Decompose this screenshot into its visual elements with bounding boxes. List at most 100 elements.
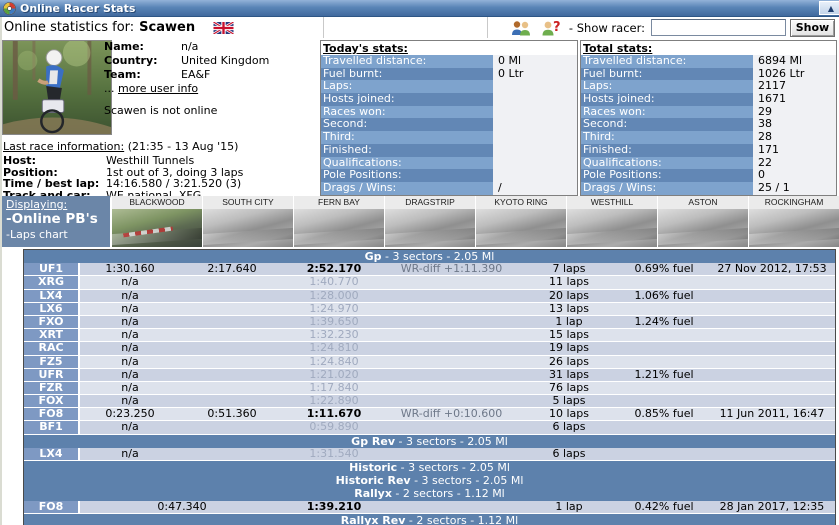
car-cell[interactable]: RAC: [24, 342, 80, 356]
split1-cell: n/a: [80, 329, 180, 343]
racer-name: Scawen: [139, 20, 196, 35]
stat-row: Pole Positions: 0: [581, 168, 836, 182]
date-cell: [709, 329, 835, 343]
stat-label: Hosts joined:: [581, 93, 753, 106]
car-cell[interactable]: FO8: [24, 408, 80, 422]
last-race-row-value: Westhill Tunnels: [106, 154, 195, 167]
track-label: WESTHILL: [567, 196, 657, 209]
stat-label: Qualifications:: [581, 156, 753, 170]
car-cell[interactable]: FOX: [24, 395, 80, 409]
laps-cell: 31 laps: [519, 369, 619, 382]
section-name: Gp Rev: [351, 434, 396, 448]
section-info: - 3 sectors - 2.05 Ml: [397, 461, 510, 474]
laps-cell: 1 lap: [519, 316, 619, 330]
track-label: DRAGSTRIP: [385, 196, 475, 209]
split1-cell: n/a: [80, 303, 180, 316]
car-cell[interactable]: XRT: [24, 329, 80, 343]
track-label: SOUTH CITY: [203, 196, 293, 209]
car-cell[interactable]: LX6: [24, 302, 80, 316]
car-cell[interactable]: LX4: [24, 289, 80, 303]
track-thumb-kyoto-ring[interactable]: KYOTO RING: [476, 196, 566, 247]
date-cell: [709, 316, 835, 330]
stat-row: Fuel burnt: 1026 Ltr: [581, 67, 836, 81]
last-race-link[interactable]: Last race information:: [3, 140, 124, 153]
track-thumb-blackwood[interactable]: BLACKWOOD: [112, 196, 202, 247]
more-user-info-link[interactable]: more user info: [118, 82, 198, 95]
section-header: Gp - 3 sectors - 2.05 Ml: [24, 250, 835, 264]
car-cell[interactable]: FXO: [24, 315, 80, 330]
stat-label: Finished:: [581, 143, 753, 157]
split1-cell: n/a: [80, 421, 180, 435]
track-image: [476, 209, 566, 247]
laps-cell: 1 lap: [519, 501, 619, 514]
laptime-cell: 1:24.810: [284, 342, 384, 356]
track-thumb-dragstrip[interactable]: DRAGSTRIP: [385, 196, 475, 247]
car-cell[interactable]: LX4: [24, 447, 80, 461]
track-image: [385, 209, 475, 247]
stat-label: Pole Positions:: [581, 169, 753, 182]
stat-row: Qualifications:: [321, 156, 577, 170]
laps-cell: 6 laps: [519, 448, 619, 461]
users-icon: [511, 20, 530, 35]
section-info: - 3 sectors - 2.05 Ml: [410, 474, 524, 488]
split1-cell: n/a: [80, 356, 180, 369]
split2-cell: [180, 356, 284, 369]
fuel-cell: [619, 329, 709, 343]
split1-cell: n/a: [80, 395, 180, 409]
laptime-cell: 1:11.670: [284, 408, 384, 422]
stat-row: Hosts joined:: [321, 93, 577, 106]
split2-cell: 2:17.640: [180, 263, 284, 277]
stat-row: Second: 38: [581, 118, 836, 132]
wrdiff-cell: [384, 342, 519, 356]
stat-value: [493, 105, 577, 119]
stat-row: Laps: 2117: [581, 80, 836, 94]
car-cell[interactable]: XRG: [24, 276, 80, 290]
track-thumb-aston[interactable]: ASTON: [658, 196, 748, 247]
fuel-cell: 0.42% fuel: [619, 501, 709, 514]
pb-row: LX4 n/a 1:31.540 6 laps: [24, 447, 835, 461]
laps-cell: 15 laps: [519, 329, 619, 343]
split1-cell: 1:30.160: [80, 263, 180, 277]
section-header: Rallyx - 2 sectors - 1.12 Ml: [24, 487, 835, 501]
car-cell[interactable]: FZ5: [24, 355, 80, 369]
track-thumb-fern-bay[interactable]: FERN BAY: [294, 196, 384, 247]
pb-row: FO8 0:23.250 0:51.360 1:11.670 WR-diff +0:10…: [24, 408, 835, 422]
displaying-link[interactable]: Displaying:: [6, 198, 67, 211]
online-status: Scawen is not online: [104, 104, 218, 117]
car-cell[interactable]: BF1: [24, 421, 80, 435]
track-thumb-rockingham[interactable]: ROCKINGHAM: [749, 196, 839, 247]
car-cell[interactable]: FZR: [24, 381, 80, 396]
stat-label: Drags / Wins:: [321, 181, 493, 195]
stat-row: Finished: 171: [581, 143, 836, 157]
split2-cell: [180, 303, 284, 316]
track-thumb-south-city[interactable]: SOUTH CITY: [203, 196, 293, 247]
fuel-cell: [619, 303, 709, 316]
date-cell: 11 Jun 2011, 16:47: [709, 408, 835, 422]
last-race-info: Last race information: (21:35 - 13 Aug '…: [3, 140, 318, 201]
track-label: ASTON: [658, 196, 748, 209]
section-info: - 3 sectors - 2.05 Ml: [395, 434, 508, 448]
stat-label: Travelled distance:: [581, 55, 753, 68]
profile-info: Name: n/a Country: United Kingdom Team: …: [104, 40, 318, 95]
show-racer-input[interactable]: [651, 19, 786, 36]
section-header: Gp Rev - 3 sectors - 2.05 Ml: [24, 434, 835, 448]
last-race-row-label: Time / best lap:: [3, 177, 100, 190]
car-cell[interactable]: UF1: [24, 263, 80, 277]
laptime-cell: 2:52.170: [284, 263, 384, 277]
car-cell[interactable]: FO8: [24, 500, 80, 514]
stat-row: Finished:: [321, 143, 577, 157]
pb-row: FO8 0:47.340 1:39.210 1 lap 0.42% fuel 28 Jan…: [24, 500, 835, 514]
wrdiff-cell: WR-diff +1:11.390: [384, 263, 519, 277]
show-button[interactable]: Show: [790, 18, 835, 37]
stat-label: Third:: [321, 131, 493, 144]
window-restore-icon[interactable]: ▲: [819, 1, 839, 15]
fuel-cell: [619, 356, 709, 369]
laptime-cell: 1:39.210: [284, 501, 384, 514]
stat-row: Travelled distance: 0 Ml: [321, 54, 577, 68]
last-race-row-label: Host:: [3, 154, 36, 167]
stat-value: [493, 156, 577, 170]
date-cell: [709, 290, 835, 303]
track-thumb-westhill[interactable]: WESTHILL: [567, 196, 657, 247]
car-cell[interactable]: UFR: [24, 368, 80, 382]
user-help-icon: ?: [542, 20, 560, 35]
